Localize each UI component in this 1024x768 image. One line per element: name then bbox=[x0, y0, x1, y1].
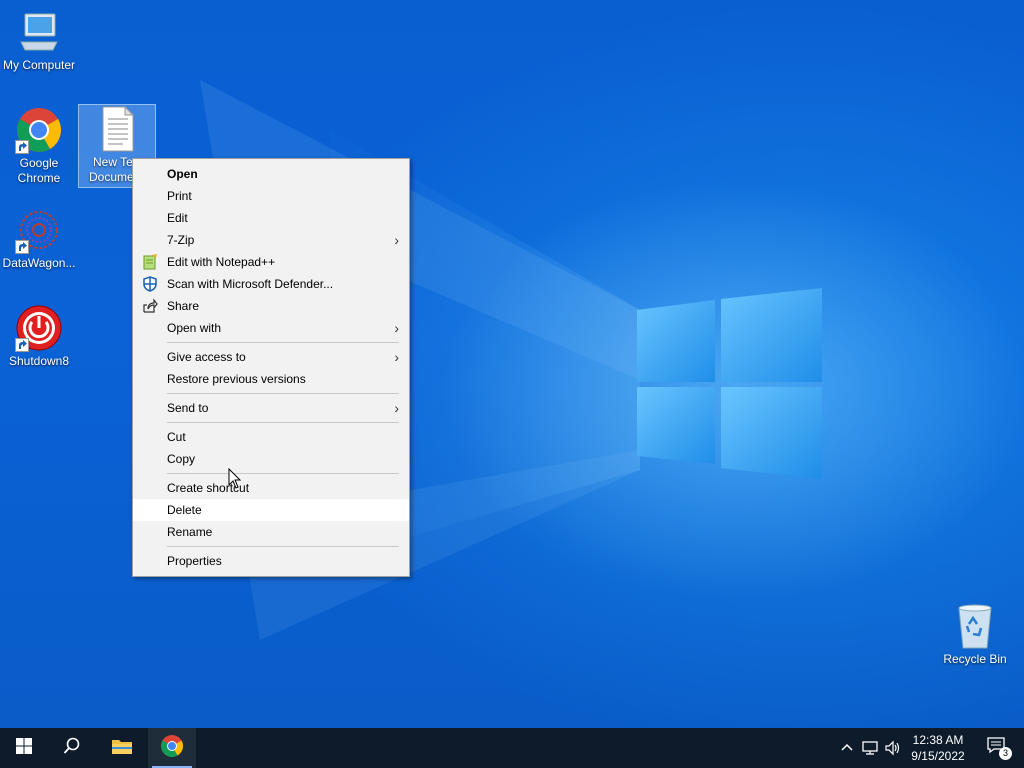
menu-item-create-shortcut[interactable]: Create shortcut bbox=[133, 477, 409, 499]
menu-item-delete[interactable]: Delete bbox=[133, 499, 409, 521]
menu-item-label: Edit bbox=[167, 211, 188, 225]
menu-item-label: 7-Zip bbox=[167, 233, 195, 247]
menu-item-rename[interactable]: Rename bbox=[133, 521, 409, 543]
clock-time: 12:38 AM bbox=[912, 733, 964, 747]
menu-item-label: Share bbox=[167, 299, 200, 313]
menu-item-label: Cut bbox=[167, 430, 186, 444]
chevron-right-icon: › bbox=[394, 349, 399, 365]
search-button[interactable] bbox=[48, 728, 96, 768]
menu-item-cut[interactable]: Cut bbox=[133, 426, 409, 448]
taskbar-file-explorer[interactable] bbox=[98, 728, 146, 768]
menu-item-edit-with-notepad[interactable]: Edit with Notepad++ bbox=[133, 251, 409, 273]
chevron-right-icon: › bbox=[394, 232, 399, 248]
menu-item-restore-previous-versions[interactable]: Restore previous versions bbox=[133, 368, 409, 390]
chevron-up-icon[interactable] bbox=[840, 740, 854, 759]
desktop-icon-recycle-bin[interactable]: Recycle Bin bbox=[936, 602, 1014, 667]
desktop-icon-google-chrome[interactable]: Google Chrome bbox=[0, 106, 78, 186]
menu-item-label: Delete bbox=[167, 503, 202, 517]
start-button[interactable] bbox=[0, 728, 48, 768]
desktop-icon-label: Google Chrome bbox=[17, 156, 61, 185]
volume-icon[interactable] bbox=[884, 740, 902, 761]
computer-icon bbox=[15, 8, 63, 56]
menu-item-label: Give access to bbox=[167, 350, 246, 364]
menu-item-label: Scan with Microsoft Defender... bbox=[167, 277, 334, 291]
network-icon[interactable] bbox=[862, 740, 880, 761]
mouse-cursor-icon bbox=[228, 467, 242, 495]
chevron-right-icon: › bbox=[394, 320, 399, 336]
text-document-icon bbox=[93, 105, 141, 153]
share-icon bbox=[142, 298, 158, 314]
desktop-icon-my-computer[interactable]: My Computer bbox=[0, 8, 78, 73]
menu-item-copy[interactable]: Copy bbox=[133, 448, 409, 470]
menu-item-label: Edit with Notepad++ bbox=[167, 255, 276, 269]
menu-item-open[interactable]: Open bbox=[133, 163, 409, 185]
taskbar-clock[interactable]: 12:38 AM 9/15/2022 bbox=[908, 732, 968, 764]
menu-item-properties[interactable]: Properties bbox=[133, 550, 409, 572]
menu-item-label: Print bbox=[167, 189, 192, 203]
menu-separator bbox=[167, 546, 399, 547]
desktop-icon-label: Recycle Bin bbox=[943, 652, 1007, 666]
desktop-icon-label: DataWagon... bbox=[2, 256, 76, 270]
menu-item-open-with[interactable]: Open with › bbox=[133, 317, 409, 339]
menu-item-label: Copy bbox=[167, 452, 196, 466]
menu-item-share[interactable]: Share bbox=[133, 295, 409, 317]
menu-item-label: Properties bbox=[167, 554, 222, 568]
taskbar-chrome[interactable] bbox=[148, 728, 196, 768]
menu-item-edit[interactable]: Edit bbox=[133, 207, 409, 229]
shortcut-arrow-icon bbox=[15, 140, 29, 154]
menu-separator bbox=[167, 473, 399, 474]
menu-item-label: Send to bbox=[167, 401, 209, 415]
search-icon bbox=[63, 737, 81, 760]
power-icon bbox=[15, 304, 63, 352]
notification-count-badge: 3 bbox=[999, 747, 1012, 760]
shortcut-arrow-icon bbox=[15, 240, 29, 254]
menu-item-label: Open bbox=[167, 167, 198, 181]
desktop-icon-label: My Computer bbox=[2, 58, 76, 72]
system-tray: 12:38 AM 9/15/2022 3 bbox=[824, 728, 1024, 768]
desktop-icon-label: Shutdown8 bbox=[8, 354, 70, 368]
clock-date: 9/15/2022 bbox=[911, 749, 965, 763]
context-menu: Open Print Edit 7-Zip › Edit with Notepad… bbox=[132, 158, 410, 577]
menu-item-label: Restore previous versions bbox=[167, 372, 306, 386]
shield-icon bbox=[142, 276, 158, 292]
menu-item-7zip[interactable]: 7-Zip › bbox=[133, 229, 409, 251]
menu-separator bbox=[167, 422, 399, 423]
menu-item-send-to[interactable]: Send to › bbox=[133, 397, 409, 419]
desktop-icon-datawagon[interactable]: DataWagon... bbox=[0, 206, 78, 271]
shortcut-arrow-icon bbox=[15, 338, 29, 352]
chrome-icon bbox=[160, 734, 184, 763]
datawagon-icon bbox=[15, 206, 63, 254]
menu-separator bbox=[167, 342, 399, 343]
recycle-bin-icon bbox=[951, 602, 999, 650]
windows-logo-icon bbox=[16, 737, 32, 759]
notepad-plus-plus-icon bbox=[142, 254, 158, 270]
menu-item-label: Rename bbox=[167, 525, 213, 539]
menu-item-label: Open with bbox=[167, 321, 222, 335]
desktop-icon-shutdown8[interactable]: Shutdown8 bbox=[0, 304, 78, 369]
chevron-right-icon: › bbox=[394, 400, 399, 416]
menu-separator bbox=[167, 393, 399, 394]
menu-item-scan-defender[interactable]: Scan with Microsoft Defender... bbox=[133, 273, 409, 295]
menu-item-give-access-to[interactable]: Give access to › bbox=[133, 346, 409, 368]
menu-item-print[interactable]: Print bbox=[133, 185, 409, 207]
file-explorer-icon bbox=[111, 737, 133, 760]
chrome-icon bbox=[15, 106, 63, 154]
action-center-button[interactable]: 3 bbox=[986, 736, 1012, 760]
taskbar: 12:38 AM 9/15/2022 3 bbox=[0, 728, 1024, 768]
